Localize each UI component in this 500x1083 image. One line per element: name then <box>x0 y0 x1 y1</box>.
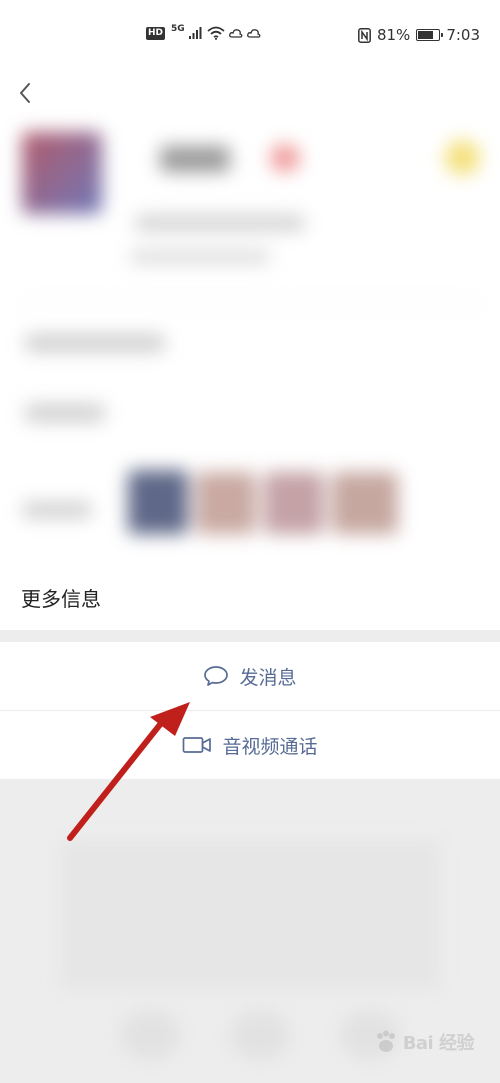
av-call-label: 音视频通话 <box>222 735 318 758</box>
profile-name <box>160 146 230 172</box>
cloud-icon <box>228 29 243 38</box>
battery-icon <box>416 29 444 41</box>
field-row-2 <box>25 404 105 422</box>
battery-percent: 81% <box>376 26 411 44</box>
moment-thumb-4 <box>332 472 398 534</box>
av-call-button[interactable]: 音视频通话 <box>0 711 500 779</box>
field-remark <box>25 334 165 352</box>
profile-star <box>445 140 480 175</box>
watermark-text: Bai 经验 <box>402 1033 475 1054</box>
status-bar: HD 5G 81% 7:03 <box>0 0 500 70</box>
bg-shape-2 <box>120 1010 180 1060</box>
section-line <box>20 302 480 304</box>
moment-thumb-2 <box>196 472 256 534</box>
chevron-left-icon <box>20 83 30 103</box>
battery-fill <box>418 31 434 39</box>
watermark: Bai 经验 <box>373 1029 475 1055</box>
status-left-icons: HD 5G <box>146 24 261 40</box>
clock: 7:03 <box>446 26 480 44</box>
hd-badge: HD <box>146 26 166 40</box>
video-camera-icon <box>182 735 212 755</box>
nfc-icon <box>358 27 371 43</box>
send-message-button[interactable]: 发消息 <box>0 642 500 710</box>
moment-thumb-3 <box>264 472 324 534</box>
field-moments-label <box>22 502 92 518</box>
back-button[interactable] <box>10 78 40 108</box>
chat-bubble-icon <box>203 665 229 687</box>
section-gap <box>0 630 500 642</box>
profile-badge <box>270 144 300 172</box>
cloud-icon-2 <box>246 29 261 38</box>
profile-card: 更多信息 <box>0 70 500 630</box>
signal-icon <box>188 27 202 39</box>
wifi-icon <box>207 26 225 40</box>
more-info-label[interactable]: 更多信息 <box>21 583 101 612</box>
send-message-label: 发消息 <box>239 666 297 689</box>
blurred-profile-content <box>0 70 500 630</box>
moment-thumb-1 <box>128 470 188 534</box>
profile-line-2 <box>130 250 270 264</box>
paw-logo-icon <box>376 1030 395 1052</box>
bg-shape-1 <box>60 840 440 990</box>
status-right-icons: 81% 7:03 <box>358 26 480 44</box>
profile-line-1 <box>135 215 305 231</box>
avatar <box>22 132 102 214</box>
network-type: 5G <box>171 24 185 34</box>
bg-shape-3 <box>230 1010 290 1060</box>
contact-profile-screen: HD 5G 81% 7:03 更多信息 发消息 音视频通话 Bai 经验 <box>0 0 500 1083</box>
